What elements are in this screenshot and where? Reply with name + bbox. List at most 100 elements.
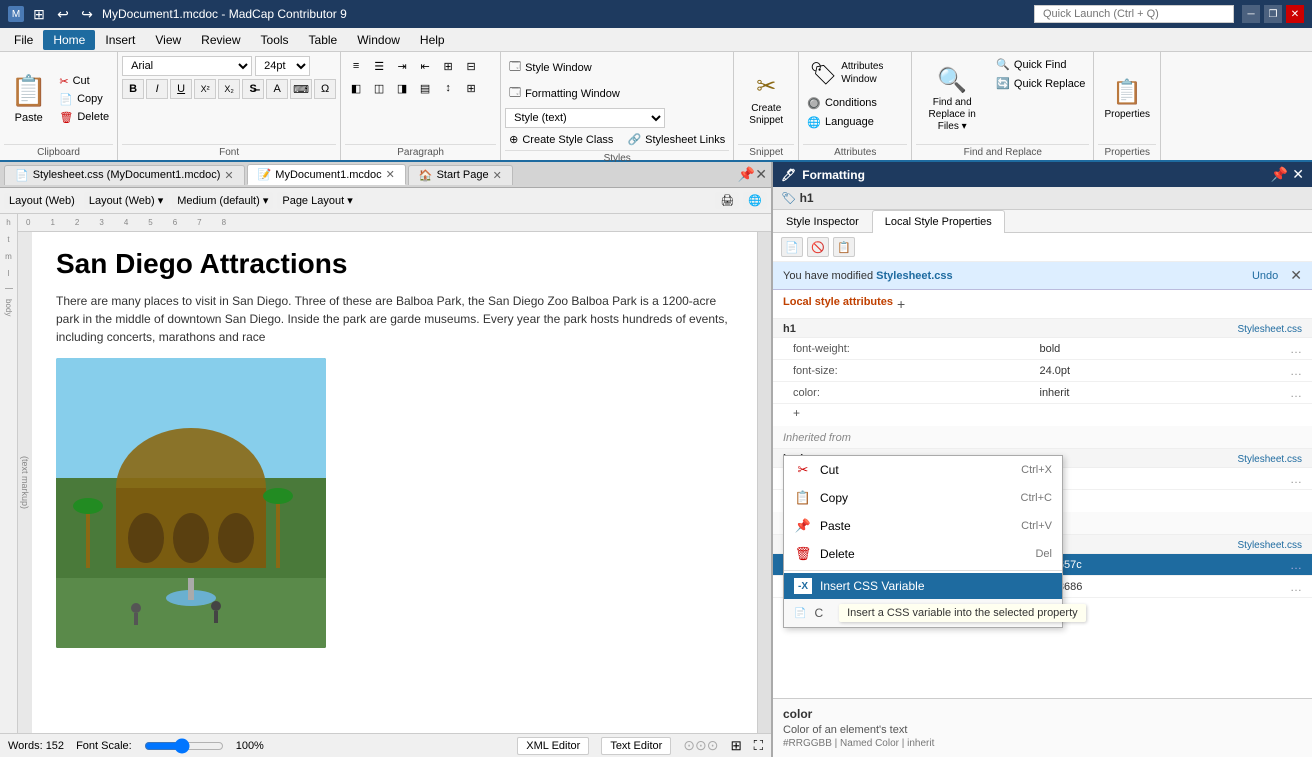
menu-view[interactable]: View (145, 30, 191, 50)
undo-link[interactable]: Undo (1252, 270, 1278, 282)
font-scale-slider[interactable] (144, 738, 224, 754)
ctx-insert-css-var[interactable]: -X Insert CSS Variable (784, 573, 1062, 599)
bold-button[interactable]: B (122, 79, 144, 99)
superscript-button[interactable]: X² (194, 79, 216, 99)
style-inspector-tab[interactable]: Style Inspector (773, 210, 872, 233)
menu-home[interactable]: Home (43, 30, 95, 50)
text-editor-tab[interactable]: Text Editor (601, 737, 671, 755)
para-more-btn[interactable]: ⊟ (460, 56, 482, 76)
quick-replace-btn[interactable]: 🔄Quick Replace (992, 75, 1089, 92)
language-btn[interactable]: 🌐Language (803, 114, 907, 131)
formatting-window-btn[interactable]: 🗔 Formatting Window (505, 82, 729, 105)
align-justify-btn[interactable]: ▤ (414, 78, 436, 98)
h1-color-more[interactable]: … (1290, 386, 1302, 400)
menu-file[interactable]: File (4, 30, 43, 50)
list-unordered-btn[interactable]: ≡ (345, 56, 367, 76)
restore-btn[interactable]: ❐ (1264, 5, 1282, 23)
local-style-tab[interactable]: Local Style Properties (872, 210, 1005, 233)
copy-button[interactable]: 📄 Copy (55, 91, 113, 108)
spacing-btn[interactable]: ↕ (437, 78, 459, 98)
format-more-btn[interactable]: ⊞ (460, 78, 482, 98)
h1-stylesheet-link[interactable]: Stylesheet.css (1238, 324, 1302, 335)
align-right-btn[interactable]: ◨ (391, 78, 413, 98)
medium-btn[interactable]: Medium (default) ▾ (172, 192, 273, 209)
font-size-select[interactable]: 24pt (255, 56, 310, 76)
char-format-button[interactable]: Ω (314, 79, 336, 99)
properties-btn[interactable]: 📋 Properties (1098, 73, 1156, 125)
italic-button[interactable]: I (146, 79, 168, 99)
highlight-button[interactable]: ⌨ (290, 79, 312, 99)
h1-add-prop-btn[interactable]: + (773, 404, 1312, 422)
doc-scrollbar[interactable] (757, 232, 771, 733)
ctx-cut[interactable]: ✂ Cut Ctrl+X (784, 456, 1062, 484)
mydoc-tab[interactable]: 📝 MyDocument1.mcdoc ✕ (247, 164, 406, 185)
darkgray-more[interactable]: … (1290, 580, 1302, 594)
style-select[interactable]: Style (text) (505, 108, 665, 128)
panel-close-btn[interactable]: ✕ (1292, 166, 1304, 183)
startpage-tab[interactable]: 🏠 Start Page ✕ (408, 165, 513, 185)
layout-toggle-btn[interactable]: ⊞ (730, 738, 741, 754)
outdent-btn[interactable]: ⇤ (414, 56, 436, 76)
page-layout-btn[interactable]: Page Layout ▾ (277, 192, 357, 209)
minimize-btn[interactable]: ─ (1242, 5, 1260, 23)
ctx-copy[interactable]: 📋 Copy Ctrl+C (784, 484, 1062, 512)
create-style-class-btn[interactable]: ⊕ Create Style Class (505, 131, 617, 148)
menu-review[interactable]: Review (191, 30, 250, 50)
font-family-select[interactable]: Arial (122, 56, 252, 76)
font-color-button[interactable]: A (266, 79, 288, 99)
brand-more[interactable]: … (1290, 558, 1302, 572)
notification-close[interactable]: ✕ (1290, 267, 1302, 284)
redo-btn-titlebar[interactable]: ↪ (78, 5, 96, 23)
ctx-delete[interactable]: 🗑 Delete Del (784, 540, 1062, 568)
layout-btn-actual[interactable]: Layout (Web) ▾ (84, 192, 168, 209)
quick-launch-input[interactable] (1034, 5, 1234, 23)
align-center-btn[interactable]: ◫ (368, 78, 390, 98)
menu-tools[interactable]: Tools (251, 30, 299, 50)
menu-table[interactable]: Table (299, 30, 348, 50)
add-local-style-btn[interactable]: + (897, 296, 905, 312)
tab-close-all-btn[interactable]: ✕ (755, 166, 767, 183)
root-stylesheet-link[interactable]: Stylesheet.css (1238, 540, 1302, 551)
close-btn[interactable]: ✕ (1286, 5, 1304, 23)
stylesheet-tab-close[interactable]: ✕ (224, 169, 233, 182)
underline-button[interactable]: U (170, 79, 192, 99)
fullscreen-btn[interactable]: ⛶ (754, 738, 763, 754)
align-left-btn[interactable]: ◧ (345, 78, 367, 98)
undo-btn-titlebar[interactable]: ↩ (54, 5, 72, 23)
stylesheet-links-btn[interactable]: 🔗 Stylesheet Links (623, 131, 729, 148)
body-stylesheet-link[interactable]: Stylesheet.css (1238, 454, 1302, 465)
copy-style-btn[interactable]: 📋 (833, 237, 855, 257)
subscript-button[interactable]: X₂ (218, 79, 240, 99)
layout-dropdown[interactable]: Layout (Web) (4, 193, 80, 209)
h1-font-size-more[interactable]: … (1290, 364, 1302, 378)
cut-button[interactable]: ✂ Cut (55, 73, 113, 90)
menu-window[interactable]: Window (347, 30, 410, 50)
list-ordered-btn[interactable]: ☰ (368, 56, 390, 76)
mydoc-tab-close[interactable]: ✕ (386, 168, 395, 181)
conditions-btn[interactable]: 🔘Conditions (803, 95, 907, 112)
style-window-btn[interactable]: 🗔 Style Window (505, 56, 596, 79)
panel-pin-btn[interactable]: 📌 (1271, 166, 1288, 183)
view-print-btn[interactable]: 🖨 (715, 192, 739, 209)
delete-button[interactable]: 🗑 Delete (55, 109, 113, 126)
menu-help[interactable]: Help (410, 30, 455, 50)
body-font-family-more[interactable]: … (1290, 472, 1302, 486)
tab-pin-btn[interactable]: 📌 (738, 166, 755, 183)
create-snippet-btn[interactable]: ✂ Create Snippet (738, 67, 794, 130)
list-more-btn[interactable]: ⊞ (437, 56, 459, 76)
delete-style-btn[interactable]: 🚫 (807, 237, 829, 257)
ctx-tooltip-item[interactable]: 📄 C Insert a CSS variable into the selec… (784, 599, 1062, 627)
xml-editor-tab[interactable]: XML Editor (517, 737, 589, 755)
doc-scroll[interactable]: San Diego Attractions There are many pla… (32, 232, 757, 733)
find-replace-files-btn[interactable]: 🔍 Find and Replace in Files ▾ (916, 56, 988, 142)
startpage-tab-close[interactable]: ✕ (493, 169, 502, 182)
ctx-paste[interactable]: 📌 Paste Ctrl+V (784, 512, 1062, 540)
strikethrough-button[interactable]: S̶ (242, 79, 264, 99)
paste-button[interactable]: 📋 Paste (4, 54, 53, 144)
quick-find-btn[interactable]: 🔍Quick Find (992, 56, 1089, 73)
quick-access-btn[interactable]: ⊞ (30, 5, 48, 23)
new-style-btn[interactable]: 📄 (781, 237, 803, 257)
h1-font-weight-more[interactable]: … (1290, 342, 1302, 356)
view-web-btn[interactable]: 🌐 (743, 192, 767, 209)
indent-btn[interactable]: ⇥ (391, 56, 413, 76)
